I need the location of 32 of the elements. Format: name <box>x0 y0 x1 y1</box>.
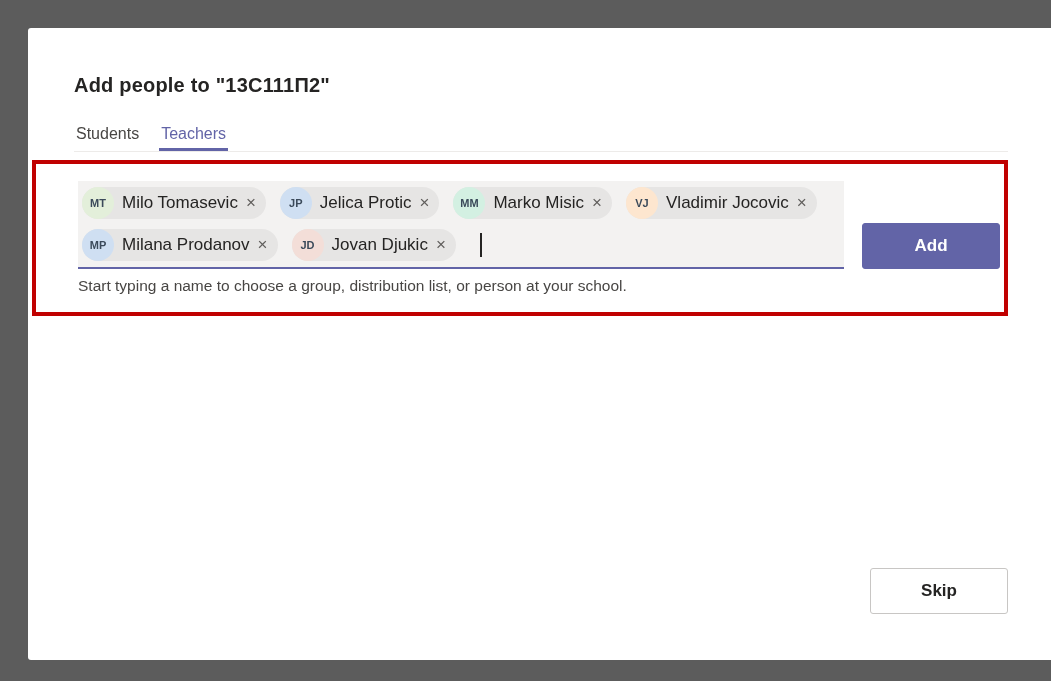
person-name: Jelica Protic <box>319 193 412 213</box>
person-chip[interactable]: VJ Vladimir Jocovic × <box>626 187 817 219</box>
avatar: JP <box>279 187 312 219</box>
person-chip[interactable]: MP Milana Prodanov × <box>82 229 278 261</box>
remove-icon[interactable]: × <box>257 235 268 255</box>
remove-icon[interactable]: × <box>796 193 807 213</box>
tab[interactable]: Students <box>74 121 142 151</box>
avatar: MP <box>82 229 114 261</box>
person-name: Milo Tomasevic <box>122 193 238 213</box>
remove-icon[interactable]: × <box>435 235 446 255</box>
add-button[interactable]: Add <box>862 223 1000 269</box>
person-name: Marko Misic <box>493 193 585 213</box>
skip-button[interactable]: Skip <box>870 568 1008 614</box>
people-picker-field[interactable]: MT Milo Tomasevic × JP Jelica Protic × MM Marko Misic × VJ Vladimir Jocovic × MP Milana Prodanov × JD Jovan Djukic × <box>78 181 844 269</box>
avatar: VJ <box>626 187 658 219</box>
text-cursor <box>479 233 482 257</box>
remove-icon[interactable]: × <box>419 193 430 213</box>
dialog-title: Add people to "13C111П2" <box>74 74 331 97</box>
person-chip[interactable]: MT Milo Tomasevic × <box>82 187 266 219</box>
person-chip[interactable]: JP Jelica Protic × <box>279 187 440 219</box>
avatar: MM <box>453 187 486 219</box>
tab[interactable]: Teachers <box>159 121 229 151</box>
remove-icon[interactable]: × <box>245 193 256 213</box>
person-chip[interactable]: JD Jovan Djukic × <box>291 229 456 261</box>
person-name: Vladimir Jocovic <box>666 193 789 213</box>
person-chip[interactable]: MM Marko Misic × <box>453 187 612 219</box>
person-name: Jovan Djukic <box>331 235 428 255</box>
remove-icon[interactable]: × <box>592 193 602 213</box>
hint-text: Start typing a name to choose a group, distribution list, or person at your school. <box>78 277 628 295</box>
avatar: MT <box>82 187 114 219</box>
avatar: JD <box>291 229 324 261</box>
person-name: Milana Prodanov <box>122 235 250 255</box>
